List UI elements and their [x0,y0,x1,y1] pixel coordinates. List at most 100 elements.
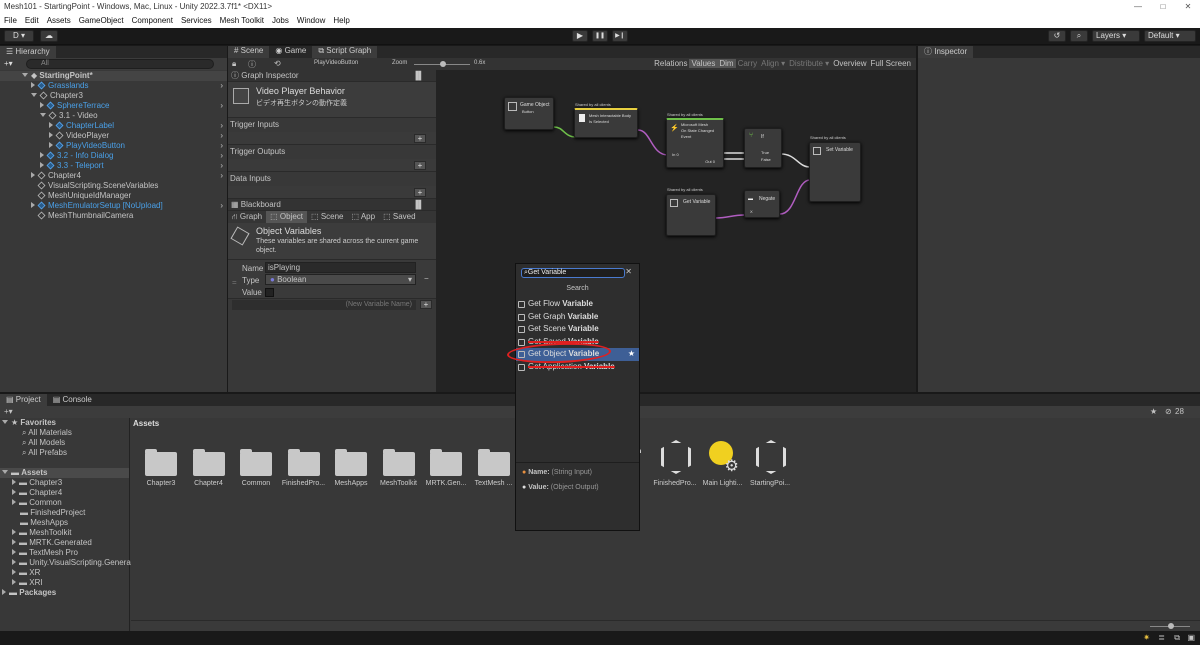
menu-mesh-toolkit[interactable]: Mesh Toolkit [216,14,268,28]
dock-icon[interactable]: ▐▌ [413,70,424,82]
close-button[interactable]: ✕ [1176,0,1200,14]
asset-folder-tile[interactable]: Chapter4 [191,438,227,488]
hierarchy-item[interactable]: MeshEmulatorSetup [NoUpload] › [0,201,227,211]
menu-file[interactable]: File [0,14,21,28]
expand-arrow-icon[interactable] [12,529,16,535]
hierarchy-item[interactable]: ChapterLabel › [0,121,227,131]
graph-canvas[interactable]: Game Object Button Shared by all clients… [436,70,916,392]
collapse-arrow-icon[interactable] [40,113,46,117]
layers-icon[interactable]: ≣ [1158,633,1165,642]
expand-arrow-icon[interactable] [12,579,16,585]
expand-arrow-icon[interactable] [49,132,53,138]
hierarchy-search-input[interactable]: All [26,59,214,69]
chevron-right-icon[interactable]: › [220,171,223,181]
menu-services[interactable]: Services [177,14,216,28]
node-if[interactable]: ⑂ If True False [744,128,782,168]
finder-result-item[interactable]: Get Graph Variable [516,311,639,324]
expand-arrow-icon[interactable] [12,559,16,565]
expand-arrow-icon[interactable] [12,489,16,495]
menu-window[interactable]: Window [293,14,329,28]
chevron-right-icon[interactable]: › [220,101,223,111]
hierarchy-item[interactable]: 3.3 - Teleport › [0,161,227,171]
blackboard-tab-app[interactable]: ⬚ App [348,211,380,223]
project-folder-item[interactable]: ▬ XR [0,568,129,578]
pause-button[interactable]: ❚❚ [592,30,608,42]
play-button[interactable]: ▶ [572,30,588,42]
hierarchy-item[interactable]: VisualScripting.SceneVariables [0,181,227,191]
expand-arrow-icon[interactable] [12,479,16,485]
account-button[interactable]: D ▾ [4,30,34,42]
hierarchy-item[interactable]: Chapter4 › [0,171,227,181]
asset-folder-tile[interactable]: MeshApps [333,438,369,488]
project-folder-item[interactable]: ▬ XRI [0,578,129,588]
node-game-object[interactable]: Game Object Button [504,97,554,130]
hierarchy-item[interactable]: MeshUniqueIdManager [0,191,227,201]
network-icon[interactable]: ⧉ [1174,633,1180,643]
tab-inspector[interactable]: ⓘ Inspector [918,46,974,58]
dock-icon[interactable]: ▐▌ [413,199,424,211]
expand-arrow-icon[interactable] [22,73,28,77]
info-icon[interactable]: ⓘ [248,59,256,70]
tab-game[interactable]: ◉ Game [269,46,312,58]
asset-folder-tile[interactable]: Chapter3 [143,438,179,488]
favorite-item[interactable]: ⌕ All Models [0,438,129,448]
add-icon[interactable]: +▾ [4,407,13,416]
expand-arrow-icon[interactable] [31,202,35,208]
hierarchy-item[interactable]: VideoPlayer › [0,131,227,141]
asset-tile[interactable]: StartingPoi... [750,438,790,488]
tab-console[interactable]: ▤ Console [47,394,98,406]
blackboard-tab-object[interactable]: ⬚ Object [266,211,308,223]
expand-arrow-icon[interactable] [12,549,16,555]
tab-hierarchy[interactable]: ☰ Hierarchy [0,46,56,58]
graph-action-carry[interactable]: Carry [736,59,760,68]
tab-scene[interactable]: # Scene [228,46,270,58]
favorite-item[interactable]: ⌕ All Prefabs [0,448,129,458]
graph-action-overview[interactable]: Overview [831,59,868,68]
asset-folder-tile[interactable]: TextMesh ... [475,438,512,488]
maximize-button[interactable]: □ [1151,0,1175,14]
tab-project[interactable]: ▤ Project [0,394,47,406]
chevron-right-icon[interactable]: › [220,121,223,131]
blackboard-tab-scene[interactable]: ⬚ Scene [307,211,347,223]
add-trigger-output-button[interactable]: + [414,161,426,170]
expand-arrow-icon[interactable] [12,539,16,545]
add-icon[interactable]: +▾ [4,59,13,68]
asset-tile[interactable]: FinishedPro... [653,438,697,488]
breadcrumb[interactable]: PlayVideoButton [314,60,358,66]
add-variable-button[interactable]: + [420,300,432,309]
project-folder-item[interactable]: ▬ Common [0,498,129,508]
chevron-right-icon[interactable]: › [220,151,223,161]
menu-gameobject[interactable]: GameObject [75,14,128,28]
expand-arrow-icon[interactable] [2,589,6,595]
node-get-variable[interactable]: Shared by all clients Get Variable [666,187,716,236]
project-folder-item[interactable]: ▬ MeshToolkit [0,528,129,538]
graph-action-values[interactable]: Values [689,59,718,68]
layout-dropdown[interactable]: Default ▾ [1144,30,1196,42]
hierarchy-item[interactable]: SphereTerrace › [0,101,227,111]
expand-arrow-icon[interactable] [40,102,44,108]
cloud-icon[interactable]: ☁ [40,30,58,42]
chevron-right-icon[interactable]: › [220,131,223,141]
favorites-row[interactable]: ★ Favorites [0,418,129,428]
tab-script-graph[interactable]: ⧉ Script Graph [312,46,378,58]
link-icon[interactable]: ⟲ [274,59,281,68]
expand-arrow-icon[interactable] [40,152,44,158]
collapse-arrow-icon[interactable] [31,93,37,97]
add-data-input-button[interactable]: + [414,188,426,197]
graph-action-fullscreen[interactable]: Full Screen [869,59,913,68]
finder-result-item[interactable]: Get Scene Variable [516,323,639,336]
favorite-item[interactable]: ⌕ All Materials [0,428,129,438]
asset-folder-tile[interactable]: MeshToolkit [380,438,417,488]
finder-search-input[interactable]: ⌕Get Variable [521,268,625,278]
lock-icon[interactable]: 🔒︎ [232,59,236,69]
hierarchy-item[interactable]: Chapter3 [0,91,227,101]
expand-arrow-icon[interactable] [12,569,16,575]
node-mesh-interactable-body[interactable]: Shared by all clients Mesh Interactable … [574,102,638,138]
menu-help[interactable]: Help [329,14,353,28]
expand-arrow-icon[interactable] [31,172,35,178]
menu-edit[interactable]: Edit [21,14,43,28]
minimize-button[interactable]: — [1126,0,1150,14]
expand-arrow-icon[interactable] [49,122,53,128]
scene-row[interactable]: ◆ StartingPoint* [0,71,227,81]
asset-folder-tile[interactable]: Common [238,438,274,488]
